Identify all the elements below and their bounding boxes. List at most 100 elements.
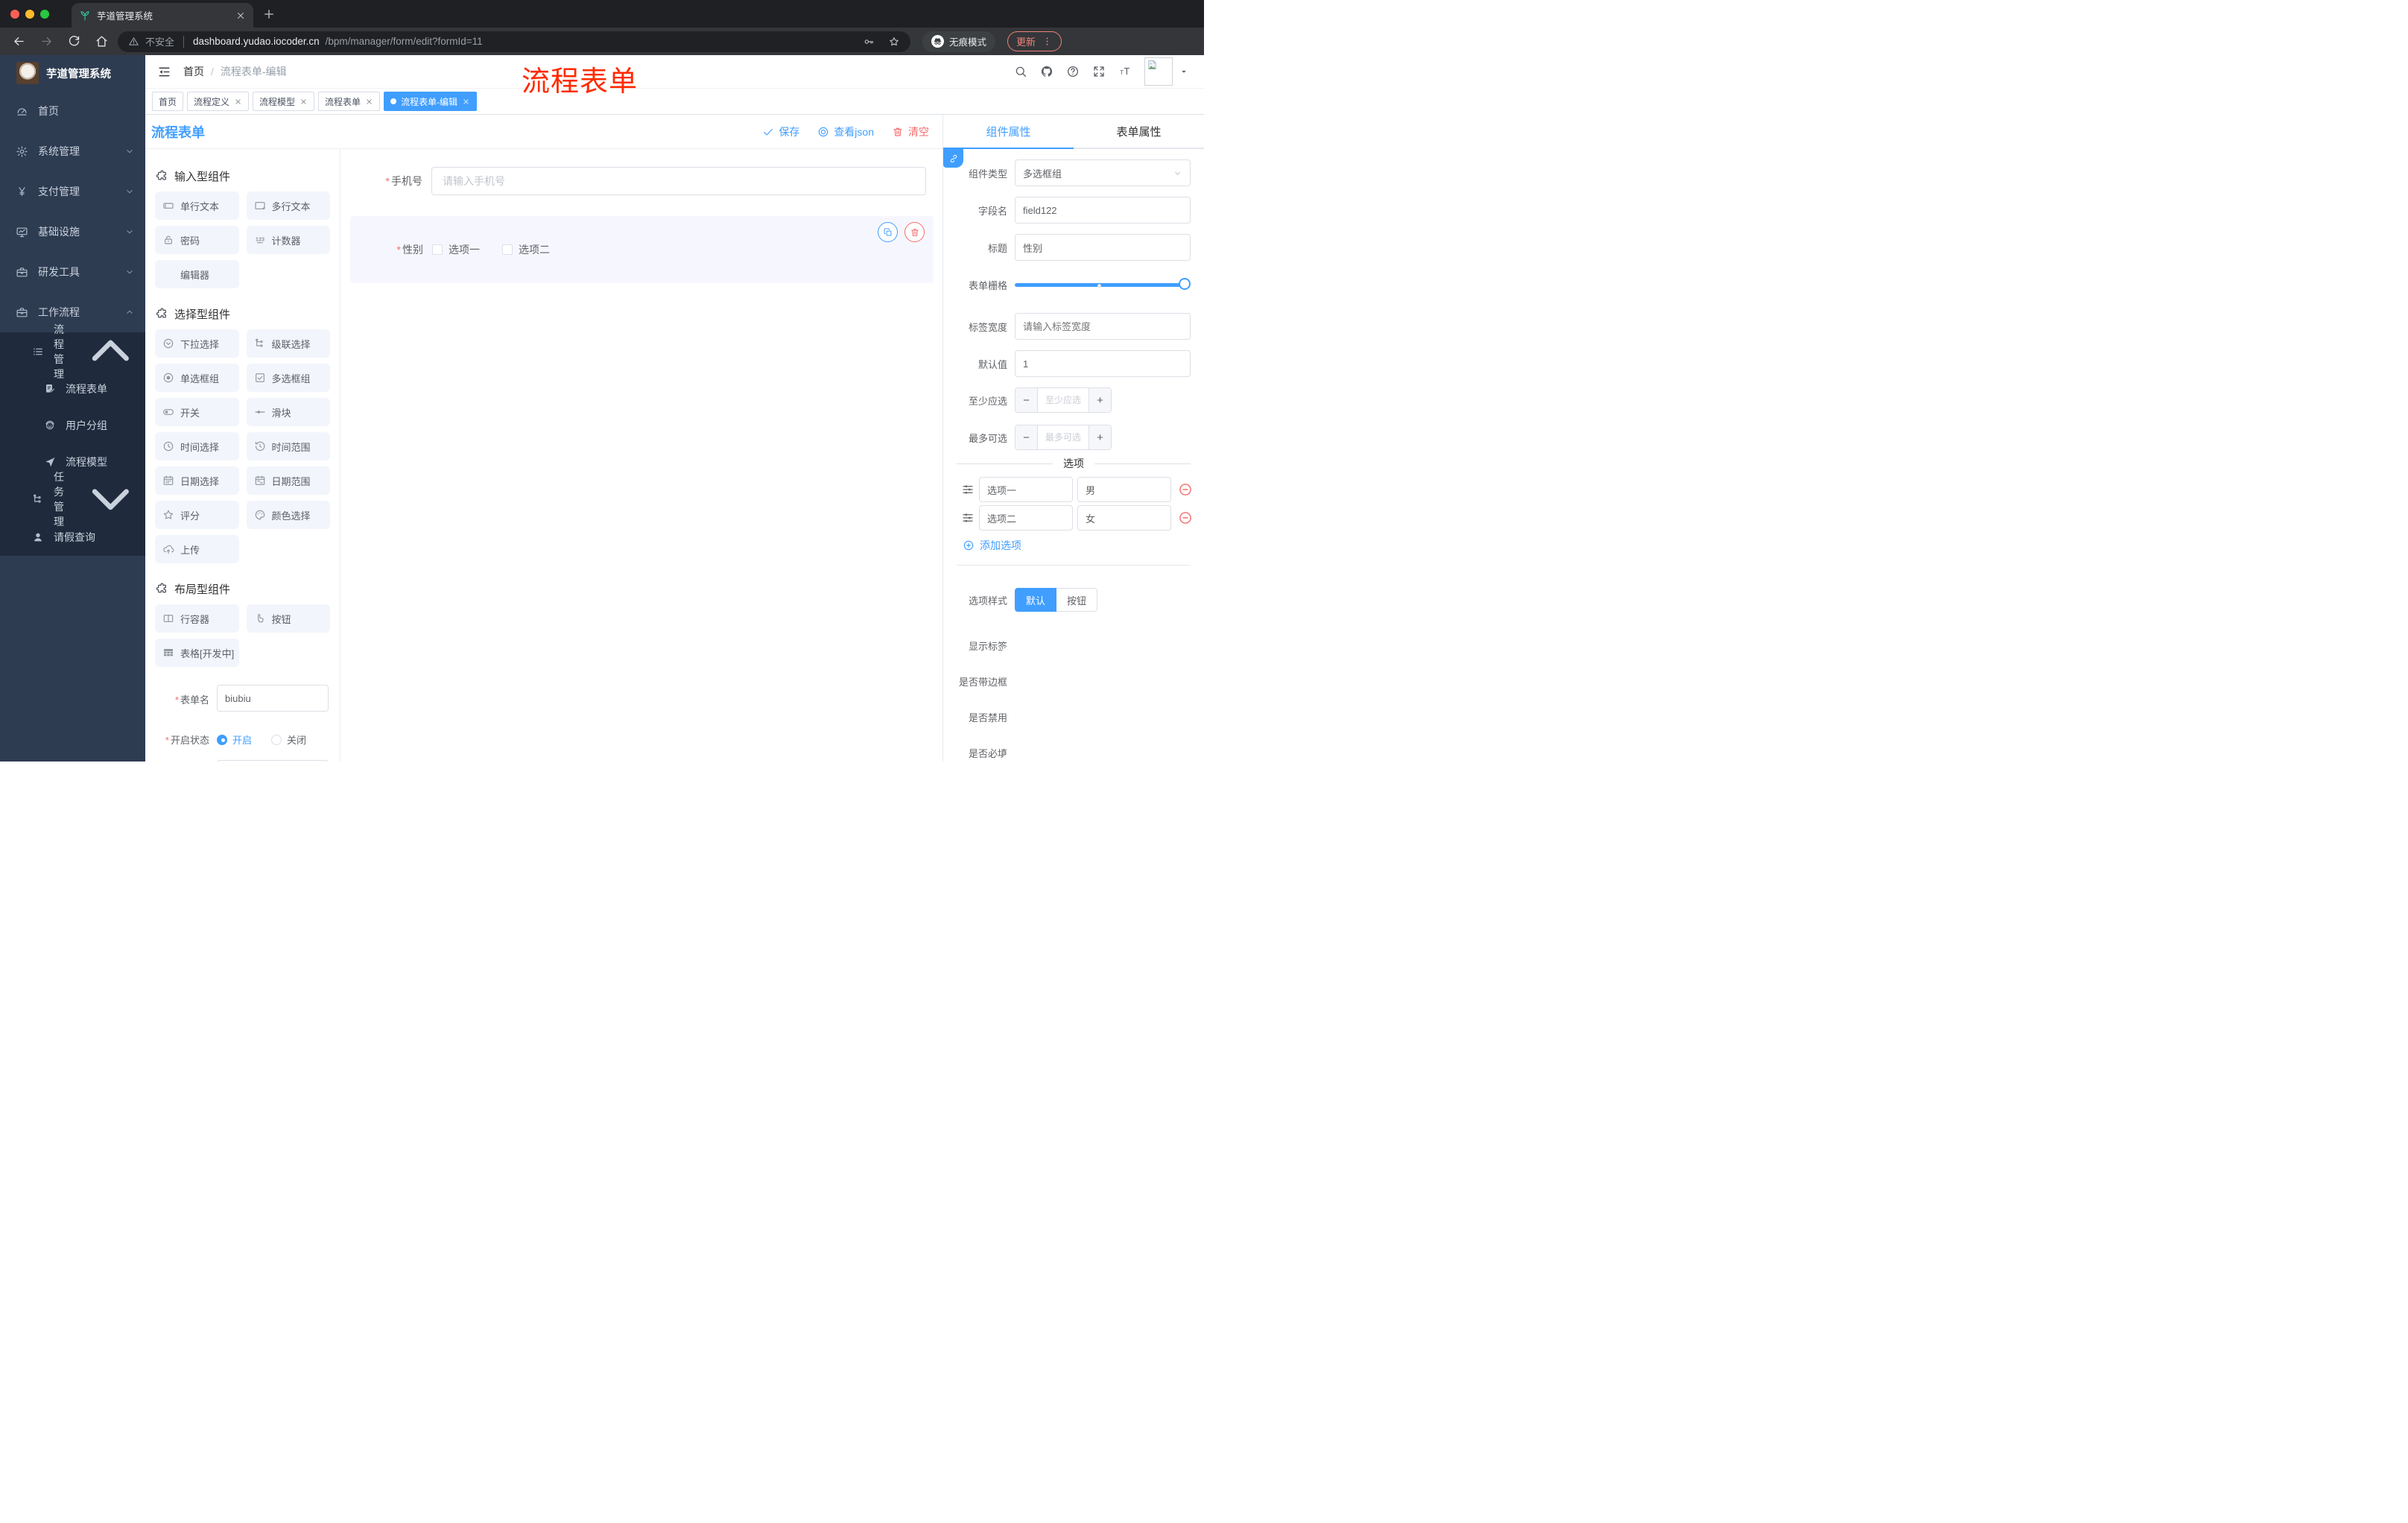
breadcrumb-home[interactable]: 首页 [183, 64, 204, 79]
search-icon[interactable] [1014, 65, 1027, 78]
minimize-window-button[interactable] [25, 9, 34, 19]
avatar-caret-icon[interactable] [1179, 66, 1189, 77]
palette-item-color-picker[interactable]: 颜色选择 [246, 501, 330, 529]
home-button[interactable] [95, 34, 109, 48]
tag-process-definition[interactable]: 流程定义 [187, 92, 250, 111]
collapse-sidebar-icon[interactable] [157, 65, 171, 79]
sidebar-item-leave-query[interactable]: 请假查询 [0, 518, 145, 556]
palette-item-switch[interactable]: 开关 [155, 398, 239, 426]
gender-checkbox-option2[interactable]: 选项二 [502, 242, 550, 257]
help-icon[interactable] [1066, 65, 1080, 78]
address-bar[interactable]: 不安全 dashboard.yudao.iocoder.cn/bpm/manag… [118, 31, 910, 52]
title-input[interactable] [1015, 234, 1191, 261]
back-button[interactable] [12, 34, 26, 48]
phone-input[interactable] [431, 167, 926, 195]
sidebar-item-system[interactable]: 系统管理 [0, 131, 145, 171]
checkbox-box[interactable] [432, 244, 443, 255]
text-size-icon[interactable]: TT [1118, 65, 1132, 78]
default-value-input[interactable] [1015, 350, 1191, 377]
status-radio-off[interactable]: 关闭 [271, 732, 306, 747]
palette-item-time-picker[interactable]: 时间选择 [155, 432, 239, 460]
stepper-minus-button[interactable]: − [1016, 425, 1038, 449]
bookmark-star-icon[interactable] [888, 36, 900, 48]
zoom-window-button[interactable] [40, 9, 49, 19]
close-icon[interactable] [300, 98, 308, 106]
form-grid-slider[interactable] [1015, 271, 1191, 298]
component-type-select[interactable]: 多选框组 [1015, 159, 1191, 186]
sidebar-item-devtools[interactable]: 研发工具 [0, 252, 145, 292]
palette-item-cascade[interactable]: 级联选择 [246, 329, 330, 358]
tag-process-form-edit[interactable]: 流程表单-编辑 [384, 92, 478, 111]
form-name-input[interactable] [217, 685, 329, 712]
add-option-button[interactable]: 添加选项 [963, 538, 1191, 553]
browser-tab[interactable]: 芋道管理系统 [72, 3, 253, 28]
option1-label-input[interactable] [979, 477, 1073, 502]
palette-item-slider[interactable]: 滑块 [246, 398, 330, 426]
tag-home[interactable]: 首页 [152, 92, 184, 111]
password-key-icon[interactable] [863, 36, 875, 48]
save-button[interactable]: 保存 [762, 124, 799, 139]
reload-button[interactable] [67, 34, 81, 48]
forward-button[interactable] [39, 34, 54, 48]
window-controls[interactable] [10, 9, 49, 19]
palette-item-row-container[interactable]: 行容器 [155, 604, 239, 633]
label-width-input[interactable] [1015, 313, 1191, 340]
field-name-input[interactable] [1015, 197, 1191, 224]
status-radio-on[interactable]: 开启 [217, 732, 252, 747]
canvas-selected-component[interactable]: * 性别 选项一 选项二 [350, 216, 934, 283]
drag-handle-icon[interactable] [961, 511, 975, 525]
palette-item-password[interactable]: 密码 [155, 226, 239, 254]
browser-menu-kebab-icon[interactable] [1042, 36, 1053, 47]
style-button-button[interactable]: 按钮 [1056, 588, 1098, 612]
browser-update-button[interactable]: 更新 [1007, 31, 1062, 51]
palette-item-upload[interactable]: 上传 [155, 535, 239, 563]
palette-item-single-text[interactable]: 单行文本 [155, 191, 239, 220]
close-icon[interactable] [462, 98, 470, 106]
stepper-plus-button[interactable]: + [1089, 425, 1111, 449]
max-select-input[interactable] [1038, 425, 1089, 449]
user-avatar[interactable] [1144, 57, 1173, 86]
remove-option-icon[interactable] [1178, 510, 1193, 525]
palette-item-date-range[interactable]: 日期范围 [246, 466, 330, 495]
option2-label-input[interactable] [979, 505, 1073, 531]
palette-item-radio-group[interactable]: 单选框组 [155, 364, 239, 392]
sidebar-item-infra[interactable]: 基础设施 [0, 212, 145, 252]
link-tab[interactable] [943, 149, 963, 168]
github-icon[interactable] [1040, 65, 1054, 78]
palette-item-dropdown[interactable]: 下拉选择 [155, 329, 239, 358]
palette-item-rate[interactable]: 评分 [155, 501, 239, 529]
palette-item-multi-text[interactable]: 多行文本 [246, 191, 330, 220]
stepper-plus-button[interactable]: + [1089, 388, 1111, 412]
palette-item-checkbox-group[interactable]: 多选框组 [246, 364, 330, 392]
palette-item-counter[interactable]: 123 计数器 [246, 226, 330, 254]
tab-component-props[interactable]: 组件属性 [943, 115, 1074, 148]
close-icon[interactable] [234, 98, 242, 106]
palette-item-button[interactable]: 按钮 [246, 604, 330, 633]
copy-component-button[interactable] [878, 222, 898, 242]
style-default-button[interactable]: 默认 [1015, 588, 1057, 612]
close-window-button[interactable] [10, 9, 19, 19]
option1-value-input[interactable] [1077, 477, 1171, 502]
remove-option-icon[interactable] [1178, 482, 1193, 497]
palette-item-table[interactable]: 表格[开发中] [155, 639, 239, 667]
tab-form-props[interactable]: 表单属性 [1074, 115, 1204, 148]
fullscreen-icon[interactable] [1092, 65, 1106, 78]
sidebar-item-home[interactable]: 首页 [0, 91, 145, 131]
palette-item-date-picker[interactable]: 日期选择 [155, 466, 239, 495]
sidebar-item-task-mgmt[interactable]: 任务管理 [0, 471, 145, 528]
drag-handle-icon[interactable] [961, 483, 975, 496]
gender-checkbox-option1[interactable]: 选项一 [432, 242, 480, 257]
sidebar-item-user-group[interactable]: 用户分组 [0, 407, 145, 443]
remark-textarea[interactable]: 嘿嘿 [217, 760, 329, 762]
clear-button[interactable]: 清空 [892, 124, 929, 139]
checkbox-box[interactable] [502, 244, 513, 255]
close-tab-icon[interactable] [235, 10, 246, 21]
stepper-minus-button[interactable]: − [1016, 388, 1038, 412]
sidebar-item-process-mgmt[interactable]: 流程管理 [0, 323, 145, 380]
min-select-input[interactable] [1038, 388, 1089, 412]
slider-handle[interactable] [1179, 277, 1191, 290]
view-json-button[interactable]: 查看json [817, 124, 874, 139]
close-icon[interactable] [365, 98, 373, 106]
option2-value-input[interactable] [1077, 505, 1171, 531]
tag-process-model[interactable]: 流程模型 [253, 92, 315, 111]
